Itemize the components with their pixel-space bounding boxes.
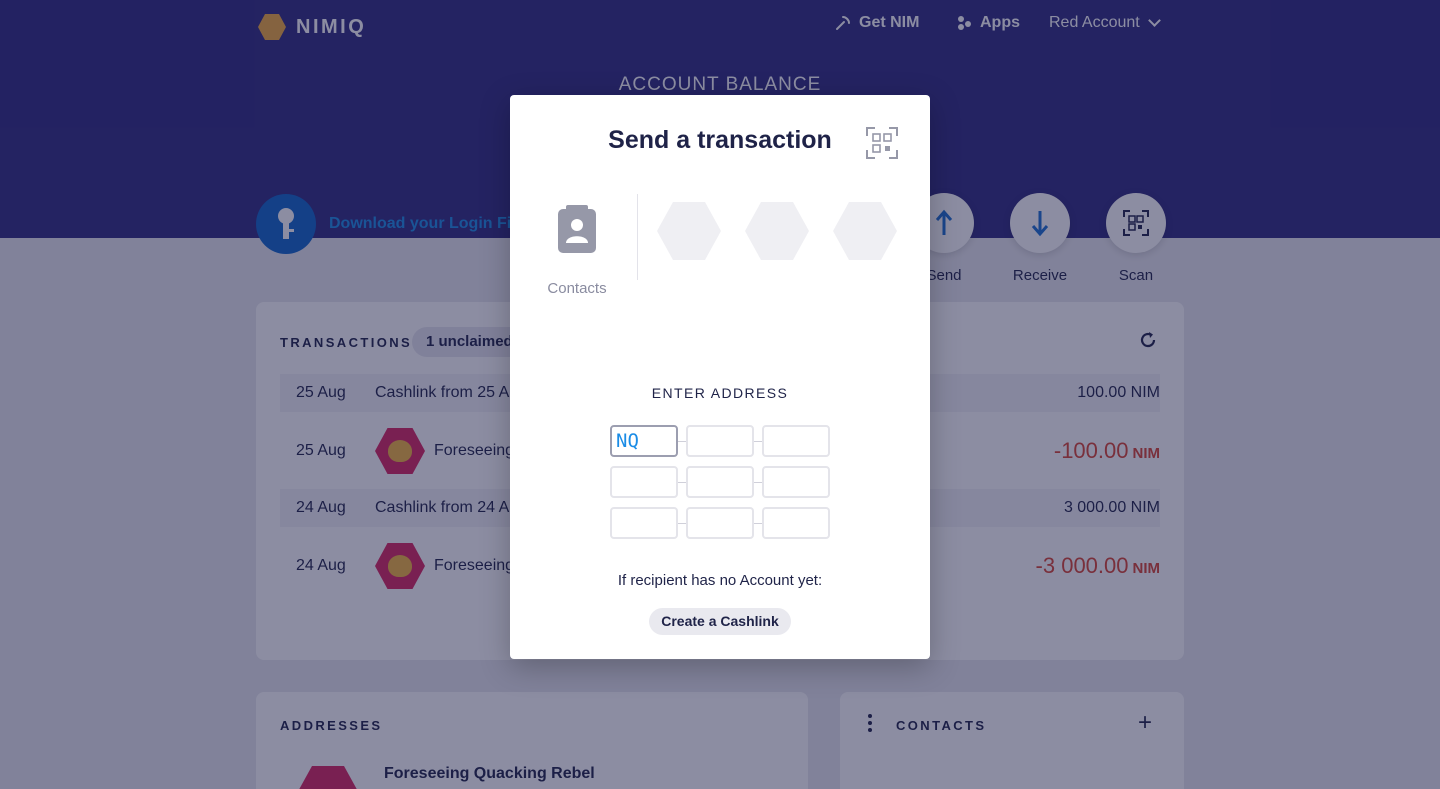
- address-book-icon: [558, 205, 596, 253]
- contacts-label: Contacts: [547, 280, 607, 297]
- connector: [754, 482, 762, 483]
- connector: [754, 441, 762, 442]
- address-block-1[interactable]: NQ: [610, 425, 678, 457]
- connector: [678, 523, 686, 524]
- divider: [637, 194, 638, 280]
- recent-contact-placeholder: [657, 202, 721, 260]
- enter-address-label: ENTER ADDRESS: [651, 385, 789, 401]
- contacts-button[interactable]: Contacts: [542, 205, 612, 297]
- address-block-9[interactable]: [762, 507, 830, 539]
- no-account-hint: If recipient has no Account yet:: [617, 572, 823, 589]
- address-block-5[interactable]: [686, 466, 754, 498]
- connector: [678, 482, 686, 483]
- send-transaction-modal: Send a transaction Contacts ENTER ADDRES…: [510, 95, 930, 659]
- address-block-4[interactable]: [610, 466, 678, 498]
- recent-contact-placeholder: [833, 202, 897, 260]
- address-block-6[interactable]: [762, 466, 830, 498]
- address-block-8[interactable]: [686, 507, 754, 539]
- address-block-3[interactable]: [762, 425, 830, 457]
- connector: [678, 441, 686, 442]
- connector: [754, 523, 762, 524]
- create-cashlink-button[interactable]: Create a Cashlink: [649, 608, 791, 635]
- qr-scan-icon[interactable]: [865, 126, 899, 165]
- recent-contact-placeholder: [745, 202, 809, 260]
- address-block-2[interactable]: [686, 425, 754, 457]
- address-block-7[interactable]: [610, 507, 678, 539]
